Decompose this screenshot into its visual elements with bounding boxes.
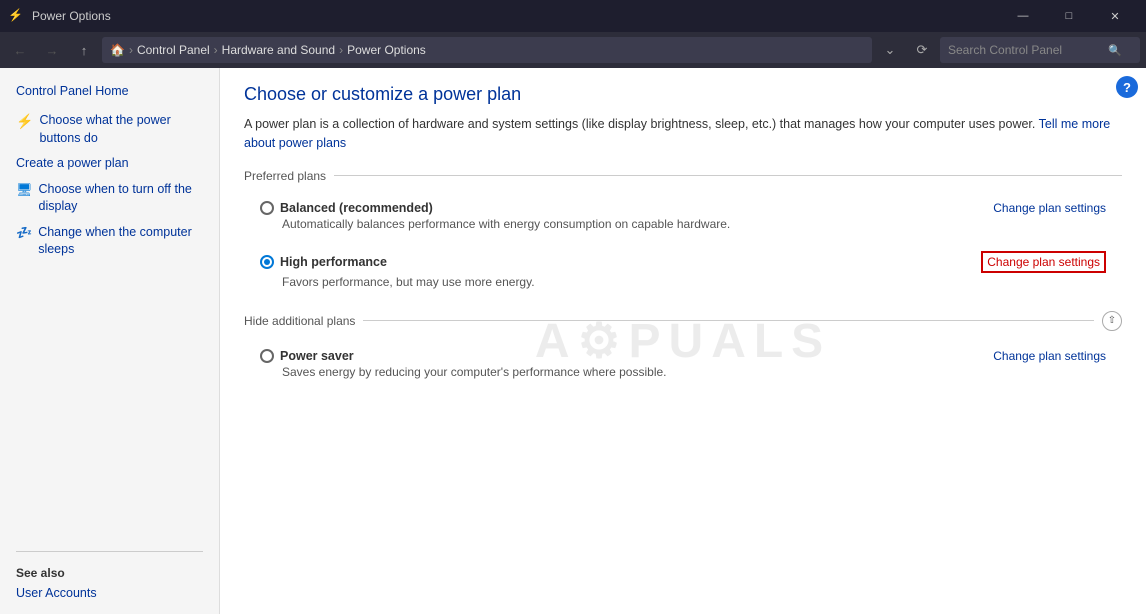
plan-high-performance-radio[interactable] [260, 255, 274, 269]
plan-balanced-header: Balanced (recommended) Change plan setti… [260, 201, 1106, 215]
sidebar-see-also-label: See also [0, 562, 219, 584]
sidebar-item-sleep-label: Change when the computer sleeps [38, 224, 203, 259]
plan-power-saver-header: Power saver Change plan settings [260, 349, 1106, 363]
sidebar-item-power-buttons-label: Choose what the power buttons do [39, 112, 203, 147]
power-buttons-icon: ⚡ [16, 112, 33, 132]
window-title: Power Options [32, 9, 1000, 23]
plan-power-saver-desc: Saves energy by reducing your computer's… [282, 365, 1106, 379]
sidebar-item-power-buttons[interactable]: ⚡ Choose what the power buttons do [0, 108, 219, 151]
section-line-preferred [334, 175, 1122, 176]
content-area: ? Choose or customize a power plan A pow… [220, 68, 1146, 614]
up-button[interactable]: ↑ [70, 36, 98, 64]
additional-plans-header: Hide additional plans ⇧ [244, 311, 1122, 331]
plan-high-performance-left: High performance [260, 255, 387, 269]
sidebar: Control Panel Home ⚡ Choose what the pow… [0, 68, 220, 614]
preferred-plans-header: Preferred plans [244, 169, 1122, 183]
addressbar: ← → ↑ 🏠 › Control Panel › Hardware and S… [0, 32, 1146, 68]
plan-high-performance-change-link[interactable]: Change plan settings [981, 251, 1106, 273]
search-input[interactable] [948, 43, 1108, 57]
section-line-additional [363, 320, 1094, 321]
plan-balanced-desc: Automatically balances performance with … [282, 217, 1106, 231]
plan-balanced-title: Balanced (recommended) [280, 201, 433, 215]
breadcrumb-sep-2: › [339, 43, 343, 57]
plan-balanced-left: Balanced (recommended) [260, 201, 433, 215]
sidebar-item-display[interactable]: 🖥 Choose when to turn off the display [0, 177, 219, 220]
breadcrumb-sep-0: › [129, 43, 133, 57]
description-text: A power plan is a collection of hardware… [244, 117, 1035, 131]
hide-additional-label: Hide additional plans [244, 314, 355, 328]
search-box: 🔍 [940, 37, 1140, 63]
breadcrumb-icon[interactable]: 🏠 [110, 43, 125, 57]
page-title: Choose or customize a power plan [244, 84, 1122, 105]
back-button[interactable]: ← [6, 36, 34, 64]
forward-button[interactable]: → [38, 36, 66, 64]
breadcrumb-control-panel[interactable]: Control Panel [137, 43, 210, 57]
plan-balanced-change-link[interactable]: Change plan settings [993, 201, 1106, 215]
window-controls: — □ ✕ [1000, 0, 1138, 32]
plan-power-saver-change-link[interactable]: Change plan settings [993, 349, 1106, 363]
plan-power-saver: Power saver Change plan settings Saves e… [244, 341, 1122, 387]
plan-balanced: Balanced (recommended) Change plan setti… [244, 193, 1122, 239]
plan-power-saver-left: Power saver [260, 349, 354, 363]
plan-high-performance-desc: Favors performance, but may use more ene… [282, 275, 1106, 289]
plan-high-performance-header: High performance Change plan settings [260, 251, 1106, 273]
main-layout: Control Panel Home ⚡ Choose what the pow… [0, 68, 1146, 614]
sidebar-home[interactable]: Control Panel Home [0, 80, 219, 108]
app-icon: ⚡ [8, 8, 24, 24]
plan-power-saver-title: Power saver [280, 349, 354, 363]
content-description: A power plan is a collection of hardware… [244, 115, 1122, 153]
plan-high-performance: High performance Change plan settings Fa… [244, 243, 1122, 297]
collapse-arrow[interactable]: ⇧ [1102, 311, 1122, 331]
sidebar-item-sleep[interactable]: 💤 Change when the computer sleeps [0, 220, 219, 263]
plan-high-performance-title: High performance [280, 255, 387, 269]
minimize-button[interactable]: — [1000, 0, 1046, 32]
sidebar-nav: Control Panel Home ⚡ Choose what the pow… [0, 80, 219, 541]
plan-balanced-radio[interactable] [260, 201, 274, 215]
sidebar-item-create-plan[interactable]: Create a power plan [0, 151, 219, 177]
help-button[interactable]: ? [1116, 76, 1138, 98]
maximize-button[interactable]: □ [1046, 0, 1092, 32]
refresh-button[interactable]: ⟳ [908, 36, 936, 64]
address-path: 🏠 › Control Panel › Hardware and Sound ›… [102, 37, 872, 63]
breadcrumb-hardware-sound[interactable]: Hardware and Sound [222, 43, 335, 57]
preferred-plans-label: Preferred plans [244, 169, 326, 183]
sidebar-user-accounts[interactable]: User Accounts [0, 584, 219, 602]
sidebar-item-display-label: Choose when to turn off the display [39, 181, 203, 216]
breadcrumb-sep-1: › [214, 43, 218, 57]
monitor-icon: 🖥 [16, 181, 33, 199]
sidebar-divider [16, 551, 203, 552]
dropdown-button[interactable]: ⌄ [876, 36, 904, 64]
plan-power-saver-radio[interactable] [260, 349, 274, 363]
close-button[interactable]: ✕ [1092, 0, 1138, 32]
sidebar-bottom: See also User Accounts [0, 541, 219, 602]
titlebar: ⚡ Power Options — □ ✕ [0, 0, 1146, 32]
sleep-icon: 💤 [16, 224, 32, 242]
breadcrumb-power-options[interactable]: Power Options [347, 43, 426, 57]
search-icon: 🔍 [1108, 44, 1122, 57]
